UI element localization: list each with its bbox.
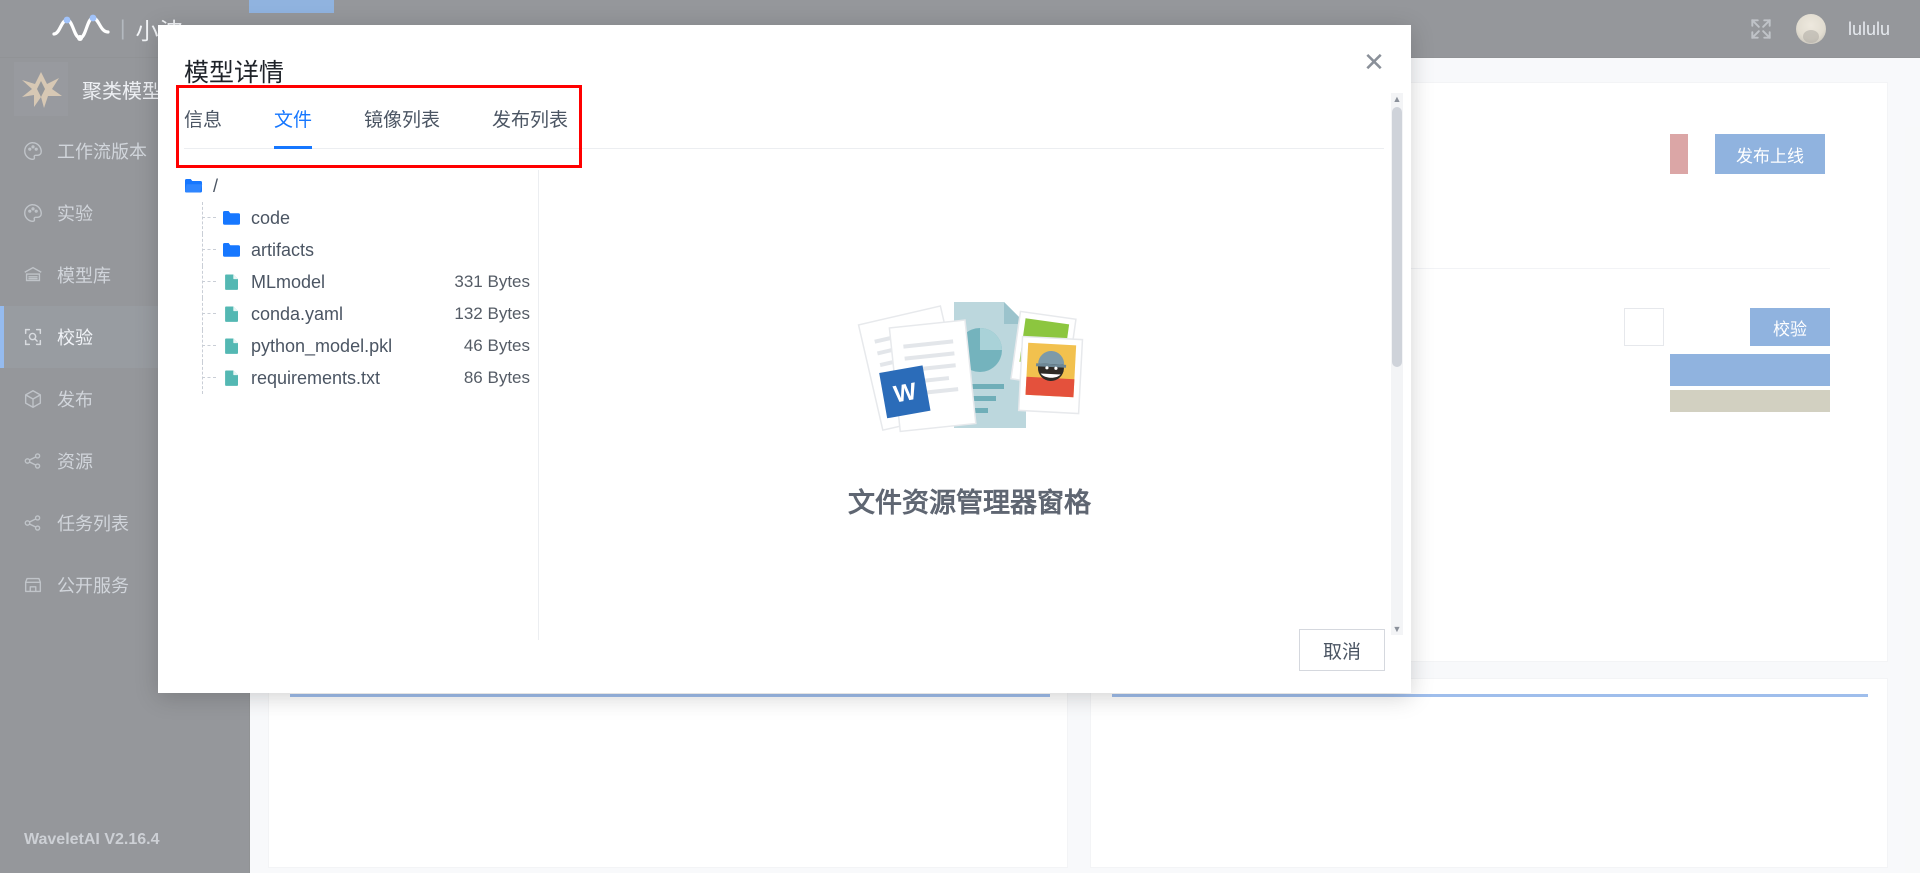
tree-item-size: 46 Bytes — [463, 336, 530, 355]
tree-elbow-line — [202, 281, 216, 282]
tree-item-size: 331 Bytes — [454, 272, 530, 291]
tree-row[interactable]: code — [184, 202, 538, 234]
tree-item-name: code — [251, 207, 291, 228]
tree-guide-line — [202, 234, 203, 266]
tree-row[interactable]: python_model.pkl 46 Bytes — [184, 330, 538, 362]
chevron-up-icon[interactable]: ▲ — [1391, 93, 1403, 105]
modal-scrollbar[interactable]: ▲ ▼ — [1391, 93, 1403, 635]
tree-guide-line — [202, 202, 203, 234]
chevron-down-icon[interactable]: ▼ — [1391, 623, 1403, 635]
tree-elbow-line — [202, 345, 216, 346]
modal-tabs: 信息 文件 镜像列表 发布列表 — [184, 97, 1384, 149]
tree-item-name: conda.yaml — [251, 303, 344, 324]
folder-icon — [222, 209, 242, 227]
file-icon — [222, 305, 242, 323]
tree-item-name: MLmodel — [251, 271, 326, 292]
file-icon — [222, 369, 242, 387]
tree-item-name: artifacts — [251, 239, 315, 260]
tree-row[interactable]: conda.yaml 132 Bytes — [184, 298, 538, 330]
model-detail-modal: 模型详情 ✕ 信息 文件 镜像列表 发布列表 / code artifacts … — [158, 25, 1411, 693]
tree-guide-line — [202, 298, 203, 330]
tree-row[interactable]: / — [184, 170, 538, 202]
tree-guide-line — [202, 266, 203, 298]
tree-item-size: 86 Bytes — [463, 368, 530, 387]
empty-state-caption: 文件资源管理器窗格 — [848, 488, 1091, 518]
tab-files[interactable]: 文件 — [274, 97, 313, 149]
tree-guide-line — [202, 362, 203, 394]
file-icon — [222, 273, 242, 291]
close-icon[interactable]: ✕ — [1359, 47, 1389, 77]
tree-row[interactable]: MLmodel 331 Bytes — [184, 266, 538, 298]
folder-icon — [222, 241, 242, 259]
file-icon — [222, 337, 242, 355]
tree-item-name: python_model.pkl — [251, 335, 393, 356]
tree-elbow-line — [202, 249, 216, 250]
tree-elbow-line — [202, 313, 216, 314]
app-root: | 小波 lululu — [0, 0, 1920, 873]
modal-footer: 取消 — [1299, 629, 1385, 671]
documents-and-photos-illustration: W — [850, 290, 1090, 445]
tab-image-list[interactable]: 镜像列表 — [364, 97, 440, 148]
tree-row[interactable]: artifacts — [184, 234, 538, 266]
tree-item-size: 132 Bytes — [454, 304, 530, 323]
file-tree-pane: / code artifacts MLmodel 331 Bytes conda… — [184, 170, 539, 640]
tree-elbow-line — [202, 377, 216, 378]
empty-state: W 文件资源管理器窗格 — [558, 175, 1381, 635]
tree-row[interactable]: requirements.txt 86 Bytes — [184, 362, 538, 394]
tree-guide-line — [202, 330, 203, 362]
cancel-button[interactable]: 取消 — [1299, 629, 1385, 671]
modal-title: 模型详情 — [184, 59, 285, 87]
folder-open-icon — [184, 177, 204, 195]
tree-item-name: / — [213, 175, 219, 196]
tab-publish-list[interactable]: 发布列表 — [492, 97, 568, 148]
scrollbar-thumb[interactable] — [1392, 107, 1402, 367]
tree-elbow-line — [202, 217, 216, 218]
tree-item-name: requirements.txt — [251, 367, 381, 388]
tab-info[interactable]: 信息 — [184, 97, 222, 148]
